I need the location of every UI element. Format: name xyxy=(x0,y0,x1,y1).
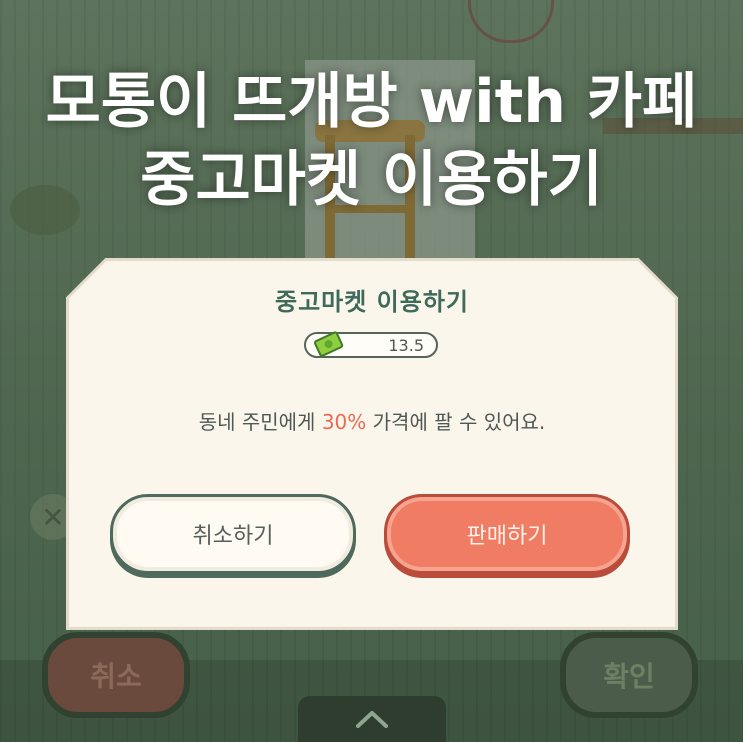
message-prefix: 동네 주민에게 xyxy=(198,410,322,434)
dialog-title: 중고마켓 이용하기 xyxy=(275,288,469,316)
background-heart-decoration xyxy=(468,0,554,43)
message-suffix: 가격에 팔 수 있어요. xyxy=(366,410,546,434)
bottom-drawer-tab[interactable] xyxy=(298,696,446,742)
message-highlight: 30% xyxy=(321,410,367,434)
sell-button[interactable]: 판매하기 xyxy=(384,494,630,574)
background-confirm-button[interactable]: 확인 xyxy=(560,632,698,718)
chevron-up-icon xyxy=(354,708,390,730)
sell-dialog: 중고마켓 이용하기 13.5 동네 주민에게 30% 가격에 팔 수 있어요. … xyxy=(66,258,678,630)
overlay-headline-line2: 중고마켓 이용하기 xyxy=(140,145,603,215)
overlay-headline-line1: 모통이 뜨개방 with 카페 xyxy=(45,67,698,137)
price-value: 13.5 xyxy=(388,336,424,355)
dialog-message: 동네 주민에게 30% 가격에 팔 수 있어요. xyxy=(66,406,678,435)
background-cancel-button[interactable]: 취소 xyxy=(42,632,190,718)
money-bill-icon xyxy=(314,328,344,362)
cancel-button[interactable]: 취소하기 xyxy=(110,494,356,574)
price-display: 13.5 xyxy=(304,332,438,358)
